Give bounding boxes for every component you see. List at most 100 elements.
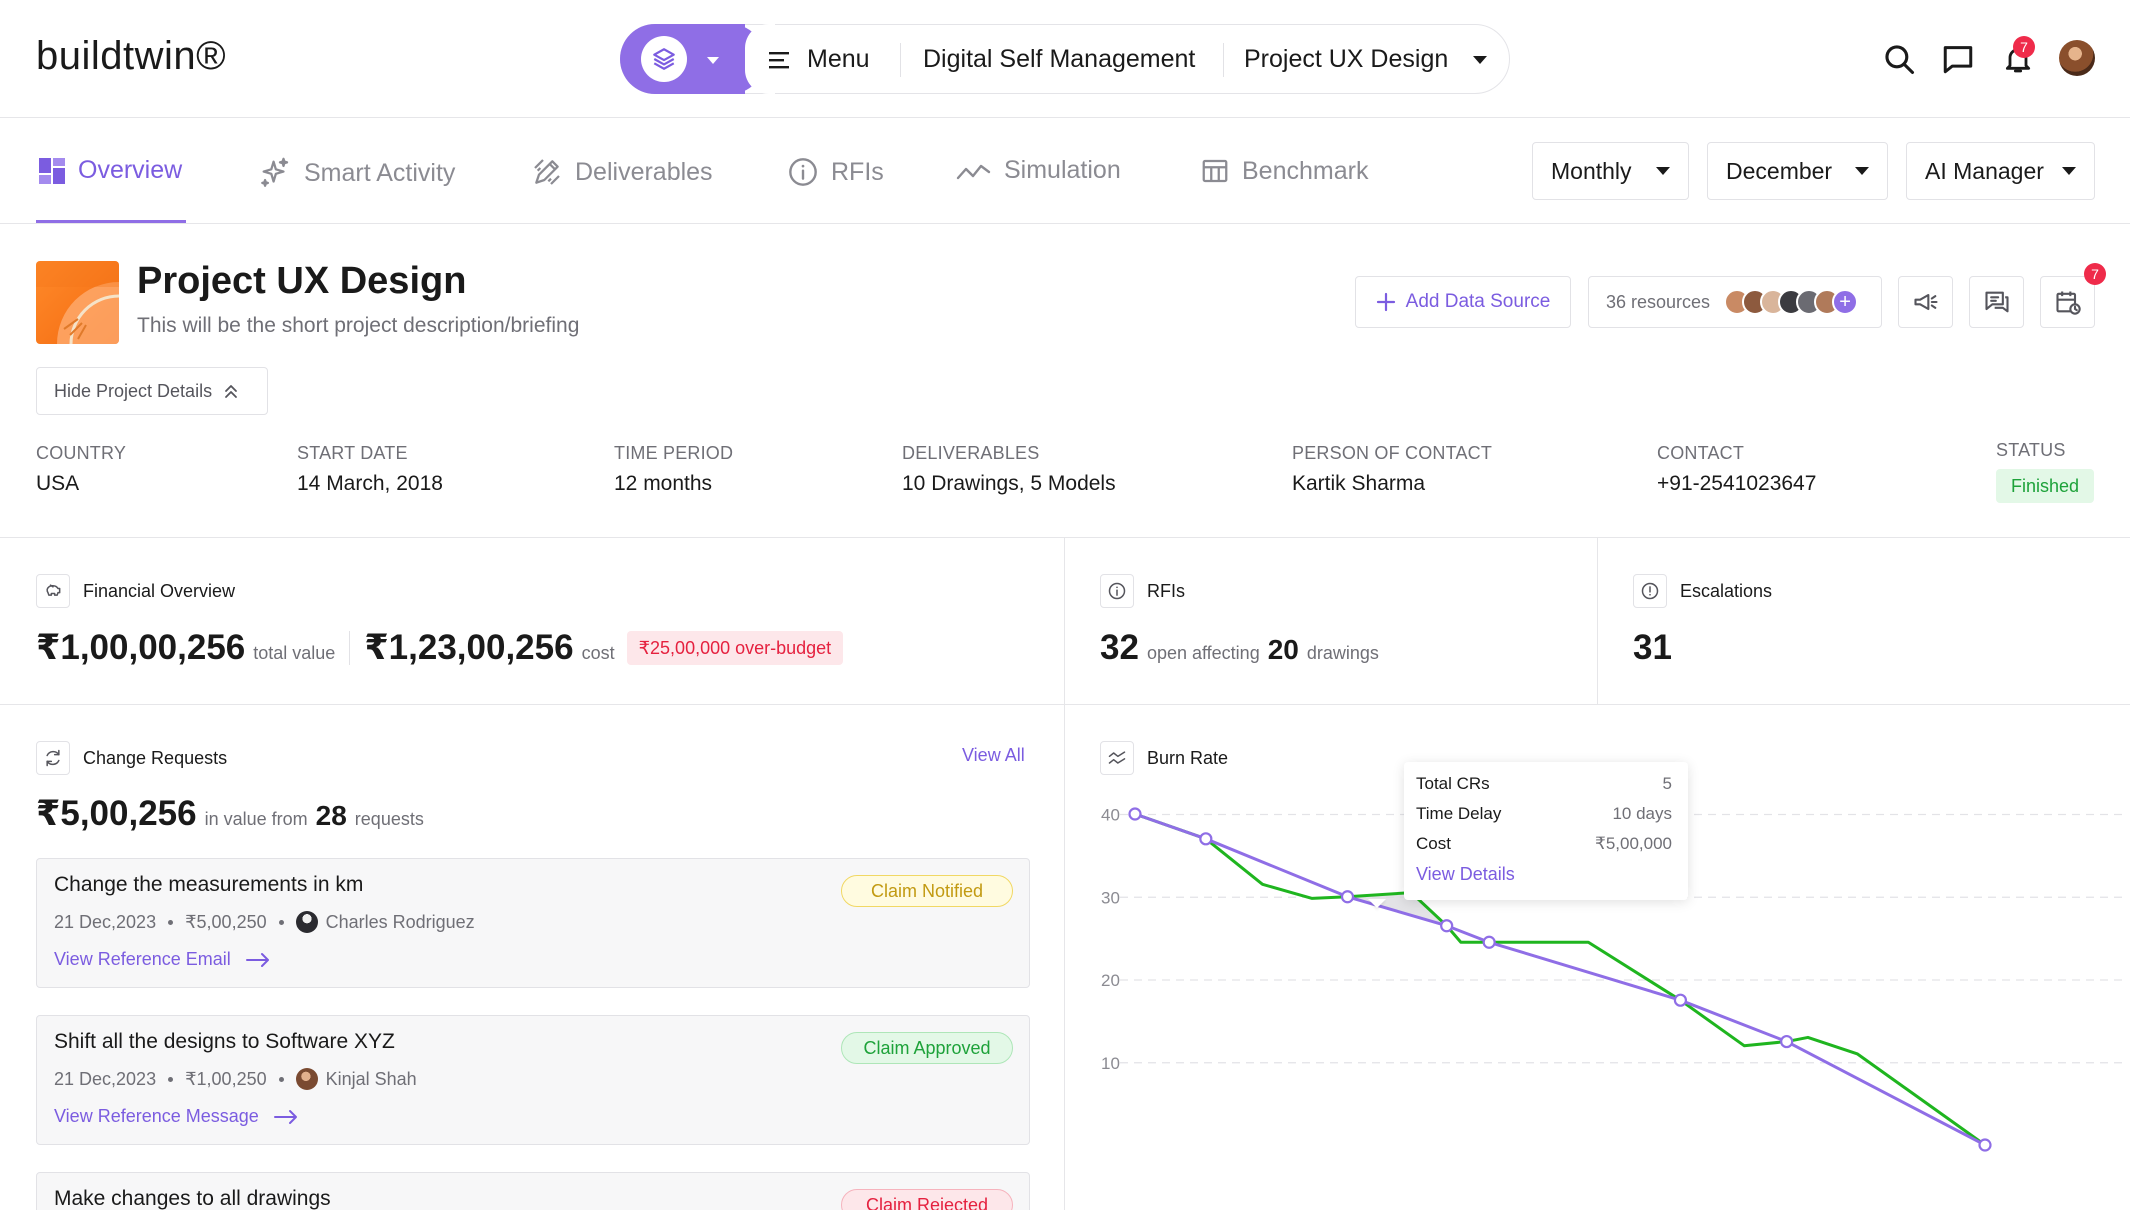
period-dropdown[interactable]: Monthly: [1532, 142, 1689, 200]
switcher-separator: [900, 43, 901, 77]
resources-button[interactable]: 36 resources +: [1588, 276, 1882, 328]
menu-label: Menu: [807, 45, 870, 73]
tab-overview[interactable]: Overview: [38, 156, 182, 185]
project-switcher[interactable]: Menu Digital Self Management Project UX …: [620, 24, 1510, 94]
change-requests-value: ₹5,00,256: [36, 794, 197, 833]
claim-status-badge: Claim Notified: [841, 875, 1013, 907]
tooltip-value: 5: [1662, 774, 1672, 793]
piggy-bank-icon: [36, 574, 70, 608]
chevrons-up-icon: [225, 385, 237, 398]
meta-value-start-date: 14 March, 2018: [297, 472, 443, 495]
change-request-meta: 21 Dec,2023 ₹5,00,250 Charles Rodriguez: [54, 911, 475, 933]
tab-smart-activity[interactable]: Smart Activity: [258, 156, 455, 190]
chart-point: [1340, 890, 1355, 904]
separator-dot: [168, 1076, 174, 1082]
financial-overview-title: Financial Overview: [83, 581, 236, 601]
burn-rate-title: Burn Rate: [1147, 748, 1229, 768]
tab-benchmark[interactable]: Benchmark: [1200, 156, 1368, 186]
hide-project-details-button[interactable]: Hide Project Details: [36, 367, 268, 415]
calendar-button[interactable]: [2040, 276, 2095, 328]
escalations-values: 31: [1633, 628, 1672, 668]
rfis-values: 32 open affecting 20 drawings: [1100, 628, 1379, 668]
divider: [0, 704, 2130, 705]
avatar: [295, 911, 318, 933]
tab-label: Simulation: [1004, 156, 1121, 184]
menu-icon: [769, 51, 789, 68]
status-badge: Finished: [1996, 469, 2094, 503]
tooltip-key: Time Delay: [1416, 804, 1502, 823]
change-request-card[interactable]: Change the measurements in km Claim Noti…: [36, 858, 1030, 988]
overview-icon: [39, 157, 65, 184]
chart-point: [1482, 935, 1496, 949]
app-logo[interactable]: buildtwin®: [36, 34, 226, 79]
escalations-title: Escalations: [1680, 581, 1773, 601]
add-data-source-label: Add Data Source: [1405, 291, 1551, 312]
tab-label: Benchmark: [1242, 156, 1369, 185]
cost-value: ₹1,23,00,256: [364, 628, 574, 667]
change-requests-count: 28: [315, 800, 347, 831]
info-icon: [789, 158, 817, 186]
megaphone-icon: [1913, 293, 1938, 311]
tooltip-row-cost: Cost ₹5,00,000: [1416, 834, 1672, 854]
meta-label-start-date: START DATE: [297, 443, 408, 463]
divider: [1597, 537, 1598, 704]
layers-icon[interactable]: [641, 36, 687, 82]
comments-icon: [1984, 291, 2009, 313]
change-request-title: Change the measurements in km: [54, 873, 364, 896]
tab-label: Smart Activity: [304, 158, 456, 187]
change-request-person: Kinjal Shah: [325, 1068, 417, 1089]
rfis-drawings-count: 20: [1267, 634, 1299, 665]
meta-value-deliverables: 10 Drawings, 5 Models: [902, 472, 1116, 495]
add-resource-icon[interactable]: +: [1832, 289, 1859, 315]
search-icon[interactable]: [1880, 40, 1918, 78]
meta-label-time-period: TIME PERIOD: [614, 443, 734, 463]
chat-icon[interactable]: [1939, 40, 1977, 78]
tooltip-row-total-crs: Total CRs 5: [1416, 774, 1672, 794]
meta-label-contact-person: PERSON OF CONTACT: [1292, 443, 1493, 463]
view-reference-email-link[interactable]: View Reference Email: [54, 949, 271, 970]
chevron-down-icon: [1656, 167, 1670, 175]
burn-rate-icon: [1100, 741, 1134, 775]
comments-button[interactable]: [1969, 276, 2024, 328]
plus-icon: [1376, 292, 1395, 312]
project-title: Project UX Design: [137, 260, 467, 302]
change-request-card[interactable]: Make changes to all drawings Claim Rejec…: [36, 1172, 1030, 1210]
view-all-link[interactable]: View All: [962, 745, 1025, 766]
change-requests-count-label: requests: [354, 809, 424, 829]
change-request-title: Make changes to all drawings: [54, 1187, 331, 1210]
divider: [0, 537, 2130, 538]
menu-button[interactable]: Menu: [769, 45, 870, 74]
tab-label: Overview: [78, 156, 183, 184]
workspace-name[interactable]: Digital Self Management: [923, 45, 1195, 74]
arrow-right-icon: [245, 952, 269, 967]
tooltip-pointer: [1368, 899, 1386, 908]
chevron-down-icon: [1473, 55, 1488, 64]
chart-point: [1128, 807, 1142, 821]
chart-point: [1673, 993, 1688, 1007]
view-reference-message-link[interactable]: View Reference Message: [54, 1106, 299, 1127]
user-avatar[interactable]: [2059, 40, 2095, 76]
month-dropdown[interactable]: December: [1707, 142, 1888, 200]
view-details-link[interactable]: View Details: [1416, 864, 1515, 885]
sparkle-icon: [261, 157, 289, 187]
manager-dropdown[interactable]: AI Manager: [1906, 142, 2095, 200]
change-request-card[interactable]: Shift all the designs to Software XYZ Cl…: [36, 1015, 1030, 1145]
chart-y-tick-label: 20: [1101, 971, 1120, 990]
change-requests-title: Change Requests: [83, 748, 228, 768]
announcement-button[interactable]: [1898, 276, 1953, 328]
meta-label-status: STATUS: [1996, 440, 2066, 460]
refresh-icon: [36, 741, 70, 775]
add-data-source-button[interactable]: Add Data Source: [1355, 276, 1571, 328]
change-request-title: Shift all the designs to Software XYZ: [54, 1030, 395, 1053]
tab-rfis[interactable]: RFIs: [787, 156, 884, 188]
project-select[interactable]: Project UX Design: [1244, 45, 1488, 74]
arrow-right-icon: [273, 1109, 297, 1124]
change-request-date: 21 Dec,2023: [54, 1068, 157, 1089]
meta-value-contact: +91-2541023647: [1657, 472, 1817, 495]
chart-y-tick-label: 10: [1101, 1054, 1120, 1073]
chart-point: [1780, 1034, 1794, 1049]
tab-deliverables[interactable]: Deliverables: [531, 156, 713, 188]
alert-icon: [1633, 574, 1667, 608]
chevron-down-icon[interactable]: [705, 53, 721, 71]
tab-simulation[interactable]: Simulation: [956, 156, 1121, 185]
